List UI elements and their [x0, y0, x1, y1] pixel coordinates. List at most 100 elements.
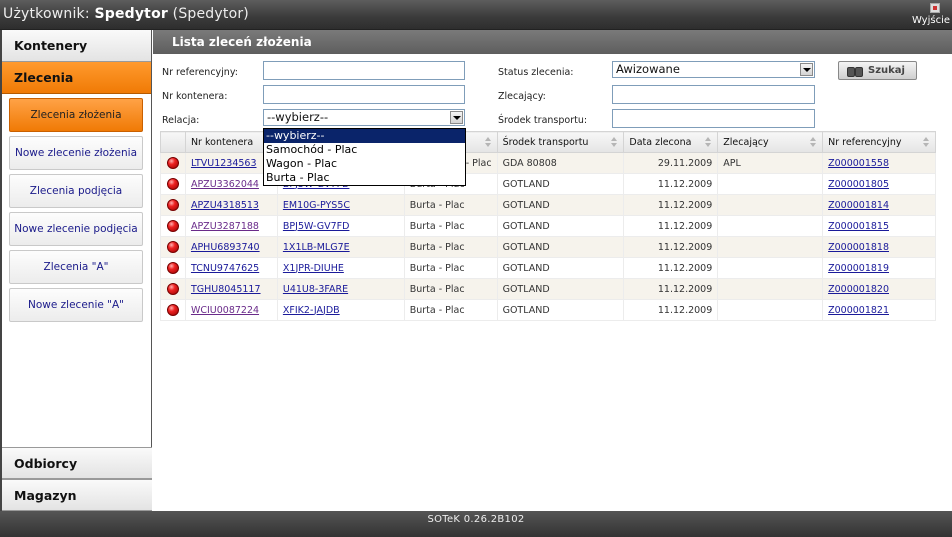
transport-cell: GOTLAND — [496, 278, 625, 300]
container-link[interactable]: TGHU8045117 — [191, 284, 261, 295]
container-cell[interactable]: WCIU0087224 — [184, 299, 278, 321]
sidebar-item-magazyn[interactable]: Magazyn — [2, 479, 152, 511]
container-link[interactable]: APZU3287188 — [191, 221, 259, 232]
transport-cell: GDA 80808 — [496, 152, 625, 174]
date-cell: 11.12.2009 — [623, 299, 719, 321]
container-input[interactable] — [263, 85, 465, 104]
container-cell[interactable]: APZU3287188 — [184, 215, 278, 237]
id-link[interactable]: XFIK2-JAJDB — [283, 305, 340, 316]
ref-link[interactable]: Z000001814 — [828, 200, 889, 211]
ref-input[interactable] — [263, 61, 465, 80]
relation-select[interactable]: --wybierz-- — [263, 109, 465, 126]
id-cell[interactable]: EM10G-PYS5C — [276, 194, 405, 216]
sidebar-subitem-zlecenia-a[interactable]: Zlecenia "A" — [9, 250, 143, 284]
container-cell[interactable]: APZU4318513 — [184, 194, 278, 216]
ref-cell[interactable]: Z000001814 — [822, 194, 936, 216]
ref-cell[interactable]: Z000001819 — [822, 257, 936, 279]
dropdown-option[interactable]: Wagon - Plac — [264, 157, 465, 171]
relation-cell: Burta - Plac — [403, 215, 498, 237]
transport-label: Środek transportu: — [498, 115, 588, 126]
status-cell — [160, 215, 186, 237]
table-row[interactable]: WCIU0087224 XFIK2-JAJDB Burta - Plac GOT… — [160, 299, 936, 321]
ref-cell[interactable]: Z000001818 — [822, 236, 936, 258]
id-cell[interactable]: X1JPR-DIUHE — [276, 257, 405, 279]
id-cell[interactable]: XFIK2-JAJDB — [276, 299, 405, 321]
column-header-date[interactable]: Data zlecona — [623, 131, 719, 153]
transport-cell: GOTLAND — [496, 299, 625, 321]
ref-link[interactable]: Z000001815 — [828, 221, 889, 232]
dropdown-option[interactable]: Burta - Plac — [264, 171, 465, 185]
sidebar-subitem-nowe-zlecenie-podjecia[interactable]: Nowe zlecenie podjęcia — [9, 212, 143, 246]
column-header-transport[interactable]: Środek transportu — [496, 131, 625, 153]
container-link[interactable]: WCIU0087224 — [191, 305, 259, 316]
ref-link[interactable]: Z000001820 — [828, 284, 889, 295]
id-link[interactable]: X1JPR-DIUHE — [283, 263, 344, 274]
container-cell[interactable]: TGHU8045117 — [184, 278, 278, 300]
sidebar-subitem-nowe-zlecenie-zlozenia[interactable]: Nowe zlecenie złożenia — [9, 136, 143, 170]
table-row[interactable]: APZU3287188 BPJ5W-GV7FD Burta - Plac GOT… — [160, 215, 936, 237]
ref-cell[interactable]: Z000001805 — [822, 173, 936, 195]
ref-cell[interactable]: Z000001821 — [822, 299, 936, 321]
ordering-input[interactable] — [612, 85, 815, 104]
top-bar: Użytkownik: Spedytor (Spedytor) Wyjście — [0, 0, 952, 30]
ref-link[interactable]: Z000001818 — [828, 242, 889, 253]
id-link[interactable]: EM10G-PYS5C — [283, 200, 350, 211]
sidebar-subitem-nowe-zlecenie-a[interactable]: Nowe zlecenie "A" — [9, 288, 143, 322]
ordering-cell — [717, 173, 824, 195]
container-link[interactable]: APHU6893740 — [191, 242, 260, 253]
dropdown-option[interactable]: --wybierz-- — [264, 129, 465, 143]
ref-label: Nr referencyjny: — [162, 67, 238, 78]
id-link[interactable]: BPJ5W-GV7FD — [283, 221, 350, 232]
sidebar-subitem-zlecenia-podjecia[interactable]: Zlecenia podjęcia — [9, 174, 143, 208]
sort-arrows-icon[interactable] — [923, 137, 930, 148]
table-row[interactable]: APHU6893740 1X1LB-MLG7E Burta - Plac GOT… — [160, 236, 936, 258]
red-dot-icon — [166, 199, 179, 211]
exit-button[interactable]: Wyjście — [906, 3, 950, 26]
id-cell[interactable]: U41U8-3FARE — [276, 278, 405, 300]
ref-cell[interactable]: Z000001815 — [822, 215, 936, 237]
id-link[interactable]: 1X1LB-MLG7E — [283, 242, 350, 253]
sidebar-subitem-zlecenia-zlozenia[interactable]: Zlecenia złożenia — [9, 98, 143, 132]
sidebar-item-zlecenia[interactable]: Zlecenia — [2, 62, 151, 94]
chevron-down-icon[interactable] — [800, 63, 813, 76]
ref-link[interactable]: Z000001805 — [828, 179, 889, 190]
table-row[interactable]: TGHU8045117 U41U8-3FARE Burta - Plac GOT… — [160, 278, 936, 300]
table-row[interactable]: TCNU9747625 X1JPR-DIUHE Burta - Plac GOT… — [160, 257, 936, 279]
ordering-cell — [717, 215, 824, 237]
ref-link[interactable]: Z000001558 — [828, 158, 889, 169]
container-link[interactable]: APZU4318513 — [191, 200, 259, 211]
sort-arrows-icon[interactable] — [484, 137, 492, 148]
id-cell[interactable]: 1X1LB-MLG7E — [276, 236, 405, 258]
relation-cell: Burta - Plac — [403, 299, 498, 321]
ref-link[interactable]: Z000001821 — [828, 305, 889, 316]
container-link[interactable]: LTVU1234563 — [191, 158, 257, 169]
binoculars-icon — [847, 65, 863, 77]
container-cell[interactable]: TCNU9747625 — [184, 257, 278, 279]
sidebar-item-odbiorcy[interactable]: Odbiorcy — [2, 447, 152, 479]
status-select[interactable]: Awizowane — [612, 61, 815, 78]
dropdown-option[interactable]: Samochód - Plac — [264, 143, 465, 157]
container-link[interactable]: TCNU9747625 — [191, 263, 259, 274]
container-link[interactable]: APZU3362044 — [191, 179, 259, 190]
red-dot-icon — [166, 220, 179, 232]
exit-icon — [930, 3, 940, 13]
sort-arrows-icon[interactable] — [810, 137, 817, 148]
container-cell[interactable]: APHU6893740 — [184, 236, 278, 258]
id-link[interactable]: U41U8-3FARE — [283, 284, 348, 295]
sort-arrows-icon[interactable] — [705, 137, 712, 148]
ordering-cell — [717, 299, 824, 321]
chevron-down-icon[interactable] — [450, 111, 463, 124]
ref-cell[interactable]: Z000001558 — [822, 152, 936, 174]
table-row[interactable]: APZU4318513 EM10G-PYS5C Burta - Plac GOT… — [160, 194, 936, 216]
transport-cell: GOTLAND — [496, 257, 625, 279]
search-button[interactable]: Szukaj — [838, 61, 917, 80]
sort-arrows-icon[interactable] — [611, 137, 618, 148]
sidebar-item-kontenery[interactable]: Kontenery — [2, 30, 151, 62]
column-header-ref[interactable]: Nr referencyjny — [822, 131, 936, 153]
ref-cell[interactable]: Z000001820 — [822, 278, 936, 300]
id-cell[interactable]: BPJ5W-GV7FD — [276, 215, 405, 237]
ref-link[interactable]: Z000001819 — [828, 263, 889, 274]
status-cell — [160, 194, 186, 216]
transport-input[interactable] — [612, 109, 815, 128]
column-header-ordering[interactable]: Zlecający — [717, 131, 824, 153]
